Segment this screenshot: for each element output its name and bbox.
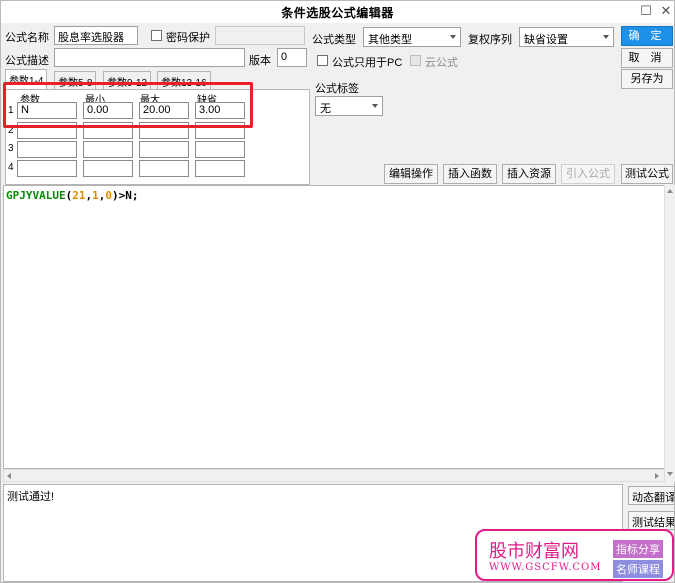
adjust-series-select[interactable]: 缺省设置: [519, 27, 614, 47]
password-checkbox[interactable]: [151, 30, 162, 41]
formula-type-label: 公式类型: [312, 34, 356, 46]
param-name-input[interactable]: [17, 141, 77, 158]
edit-ops-button[interactable]: 编辑操作: [384, 164, 438, 184]
watermark-tag-courses: 名师课程: [613, 560, 663, 578]
param-row-number: 3: [8, 143, 14, 154]
chevron-down-icon: [603, 35, 609, 39]
code-arg: 1: [92, 189, 99, 202]
test-formula-button[interactable]: 测试公式: [621, 164, 673, 184]
param-max-input[interactable]: [139, 141, 189, 158]
param-default-input[interactable]: [195, 141, 245, 158]
import-formula-button[interactable]: 引入公式: [561, 164, 615, 184]
maximize-icon[interactable]: ☐: [637, 3, 655, 19]
param-row-number: 4: [8, 162, 14, 173]
cloud-label: 云公式: [425, 57, 458, 69]
scroll-right-icon[interactable]: [655, 473, 659, 479]
close-icon[interactable]: ✕: [657, 3, 675, 19]
chevron-down-icon: [450, 35, 456, 39]
code-line: GPJYVALUE(21,1,0)>N;: [6, 189, 138, 202]
adjust-series-value: 缺省设置: [524, 34, 568, 46]
pc-only-checkbox[interactable]: [317, 55, 328, 66]
formula-type-select[interactable]: 其他类型: [363, 27, 461, 47]
param-min-input[interactable]: [83, 141, 133, 158]
code-editor[interactable]: GPJYVALUE(21,1,0)>N;: [3, 185, 665, 469]
param-min-input[interactable]: [83, 160, 133, 177]
scroll-down-icon[interactable]: [667, 472, 673, 476]
pc-only-label: 公式只用于PC: [332, 57, 403, 69]
code-arg: 0: [105, 189, 112, 202]
formula-tag-label: 公式标签: [315, 83, 359, 95]
title-bar: 条件选股公式编辑器 ☐ ✕: [1, 1, 674, 23]
watermark-tag-indicator-share: 指标分享: [613, 540, 663, 558]
code-tail: )>N;: [111, 189, 139, 202]
insert-resource-button[interactable]: 插入资源: [502, 164, 556, 184]
formula-desc-input[interactable]: [54, 48, 245, 67]
vertical-scrollbar[interactable]: [664, 185, 675, 482]
param-name-input[interactable]: [17, 160, 77, 177]
formula-tag-value: 无: [320, 103, 331, 115]
scroll-left-icon[interactable]: [7, 473, 11, 479]
chevron-down-icon: [372, 104, 378, 108]
param-default-input[interactable]: [195, 160, 245, 177]
cancel-button[interactable]: 取 消: [621, 48, 673, 68]
version-input[interactable]: 0: [277, 48, 307, 67]
horizontal-scrollbar[interactable]: [3, 469, 665, 482]
cloud-checkbox[interactable]: [410, 55, 421, 66]
scroll-up-icon[interactable]: [667, 189, 673, 193]
formula-name-label: 公式名称: [5, 32, 49, 44]
formula-desc-label: 公式描述: [5, 55, 49, 67]
password-input[interactable]: [215, 26, 305, 45]
ok-button[interactable]: 确 定: [621, 26, 673, 46]
password-label: 密码保护: [166, 32, 210, 44]
window-title: 条件选股公式编辑器: [281, 6, 394, 20]
formula-type-value: 其他类型: [368, 34, 412, 46]
watermark-brand: 股市财富网: [489, 541, 579, 562]
code-function: GPJYVALUE: [6, 189, 66, 202]
save-as-button[interactable]: 另存为: [621, 69, 673, 89]
watermark-url: WWW.GSCFW.COM: [489, 562, 602, 573]
formula-tag-select[interactable]: 无: [315, 96, 383, 116]
formula-name-input[interactable]: 股息率选股器: [54, 26, 138, 45]
insert-function-button[interactable]: 插入函数: [443, 164, 497, 184]
adjust-series-label: 复权序列: [468, 34, 512, 46]
test-result-button[interactable]: 测试结果: [628, 511, 675, 530]
code-arg: 21: [72, 189, 86, 202]
watermark-logo: 股市财富网 WWW.GSCFW.COM 指标分享 名师课程: [475, 529, 674, 581]
test-result-text: 测试通过!: [7, 491, 55, 503]
highlight-annotation-box: [3, 82, 253, 128]
dynamic-translate-button[interactable]: 动态翻译: [628, 486, 675, 505]
version-label: 版本: [249, 55, 271, 67]
formula-editor-window: 条件选股公式编辑器 ☐ ✕ 公式名称 股息率选股器 密码保护 公式类型 其他类型…: [0, 0, 675, 583]
param-max-input[interactable]: [139, 160, 189, 177]
